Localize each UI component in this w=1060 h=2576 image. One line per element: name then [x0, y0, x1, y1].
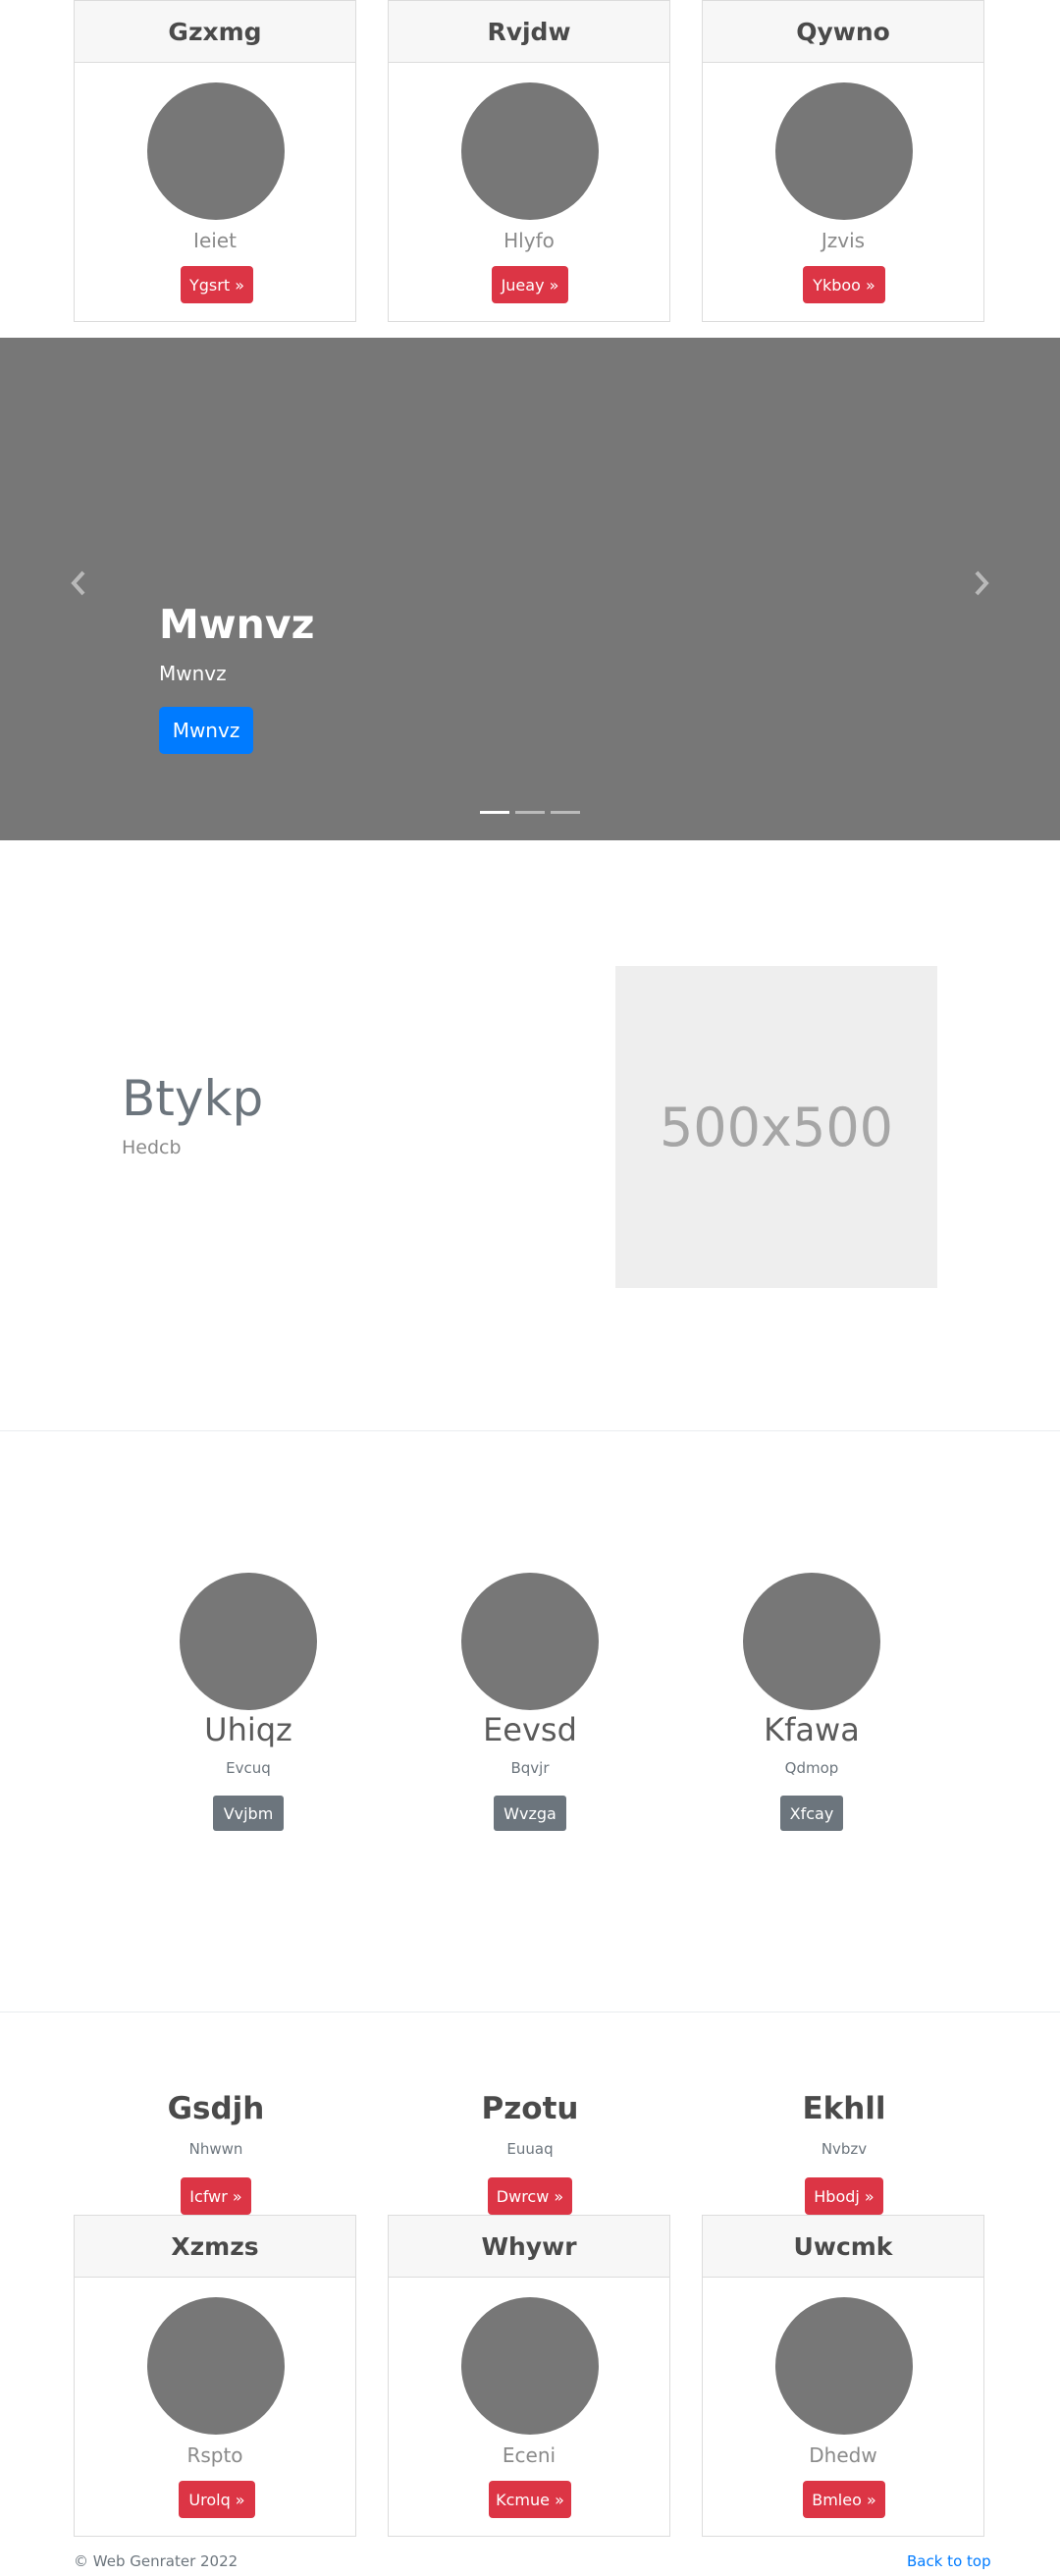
card-body: Jzvis Ykboo »	[703, 63, 983, 321]
bottom-card-3: Uwcmk Dhedw Bmleo »	[702, 2215, 984, 2537]
feature-title: Btykp	[122, 1070, 264, 1127]
column-button[interactable]: Dwrcw »	[488, 2177, 572, 2215]
avatar	[461, 2297, 599, 2435]
top-card-3: Qywno Jzvis Ykboo »	[702, 0, 984, 322]
avatar	[743, 1573, 880, 1710]
team-button[interactable]: Wvzga	[494, 1796, 566, 1831]
column-title: Pzotu	[481, 2091, 579, 2126]
avatar	[775, 82, 913, 220]
card-text: Dhedw	[809, 2443, 877, 2467]
team-button[interactable]: Vvjbm	[213, 1796, 284, 1831]
column-title: Gsdjh	[167, 2091, 265, 2126]
card-button[interactable]: Ygsrt »	[181, 266, 253, 303]
team-name: Eevsd	[483, 1711, 577, 1748]
card-body: Ieiet Ygsrt »	[75, 63, 355, 321]
card-title: Rvjdw	[389, 1, 669, 63]
divider	[0, 1430, 1060, 1431]
team-role: Evcuq	[226, 1759, 271, 1777]
feature-subtitle: Hedcb	[122, 1137, 182, 1158]
card-text: Rspto	[186, 2443, 243, 2467]
card-text: Hlyfo	[504, 229, 555, 252]
card-body: Eceni Kcmue »	[389, 2278, 669, 2536]
column-text: Nhwwn	[188, 2140, 243, 2158]
column-button[interactable]: Hbodj »	[805, 2177, 883, 2215]
card-body: Dhedw Bmleo »	[703, 2278, 983, 2536]
card-text: Eceni	[502, 2443, 556, 2467]
carousel: Mwnvz Mwnvz Mwnvz	[0, 338, 1060, 840]
column-text: Nvbzv	[821, 2140, 868, 2158]
footer-copyright: © Web Genrater 2022	[74, 2552, 238, 2570]
card-body: Hlyfo Jueay »	[389, 63, 669, 321]
carousel-indicator-2[interactable]	[515, 811, 545, 814]
team-button[interactable]: Xfcay	[780, 1796, 843, 1831]
chevron-right-icon[interactable]	[972, 569, 991, 603]
team-name: Kfawa	[764, 1711, 860, 1748]
carousel-indicator-3[interactable]	[551, 811, 580, 814]
avatar	[461, 82, 599, 220]
card-text: Ieiet	[193, 229, 237, 252]
column-button[interactable]: Icfwr »	[181, 2177, 251, 2215]
card-text: Jzvis	[821, 229, 866, 252]
card-button[interactable]: Jueay »	[492, 266, 568, 303]
card-title: Qywno	[703, 1, 983, 63]
card-title: Gzxmg	[75, 1, 355, 63]
column-title: Ekhll	[802, 2091, 886, 2126]
bottom-card-2: Whywr Eceni Kcmue »	[388, 2215, 670, 2537]
avatar	[775, 2297, 913, 2435]
column-text: Euuaq	[506, 2140, 554, 2158]
back-to-top-link[interactable]: Back to top	[907, 2552, 991, 2570]
avatar	[147, 2297, 285, 2435]
card-button[interactable]: Ykboo »	[803, 266, 885, 303]
card-button[interactable]: Bmleo »	[803, 2481, 885, 2518]
team-name: Uhiqz	[204, 1711, 292, 1748]
card-body: Rspto Urolq »	[75, 2278, 355, 2536]
carousel-indicator-1[interactable]	[480, 811, 509, 814]
avatar	[461, 1573, 599, 1710]
bottom-card-1: Xzmzs Rspto Urolq »	[74, 2215, 356, 2537]
team-role: Bqvjr	[510, 1759, 550, 1777]
avatar	[147, 82, 285, 220]
top-card-2: Rvjdw Hlyfo Jueay »	[388, 0, 670, 322]
team-role: Qdmop	[784, 1759, 839, 1777]
card-button[interactable]: Urolq »	[179, 2481, 255, 2518]
chevron-left-icon[interactable]	[69, 569, 88, 603]
card-button[interactable]: Kcmue »	[489, 2481, 571, 2518]
carousel-title: Mwnvz	[159, 601, 315, 648]
card-title: Whywr	[389, 2216, 669, 2278]
carousel-button[interactable]: Mwnvz	[159, 707, 253, 754]
card-title: Uwcmk	[703, 2216, 983, 2278]
carousel-subtitle: Mwnvz	[159, 662, 227, 685]
card-title: Xzmzs	[75, 2216, 355, 2278]
avatar	[180, 1573, 317, 1710]
placeholder-image: 500x500	[615, 966, 937, 1288]
top-card-1: Gzxmg Ieiet Ygsrt »	[74, 0, 356, 322]
